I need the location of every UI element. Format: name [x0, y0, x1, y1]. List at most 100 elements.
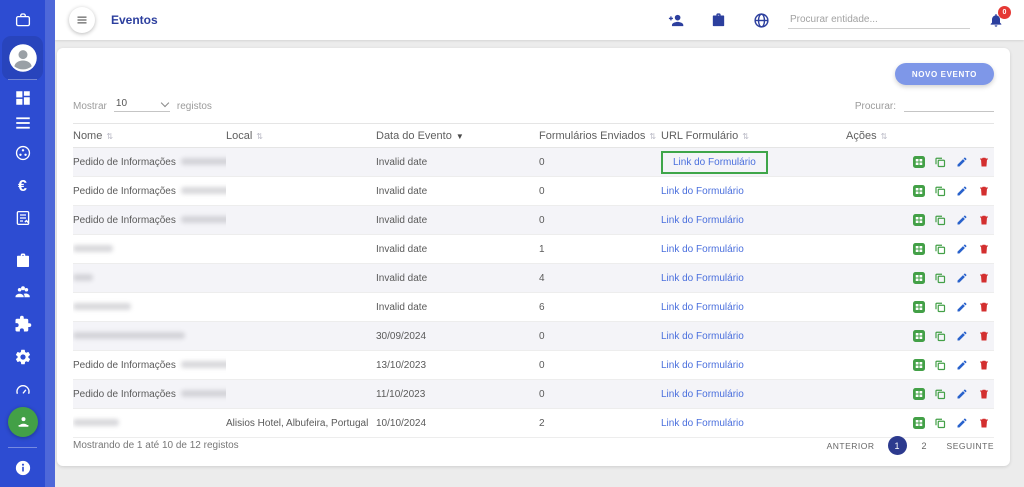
edit-icon[interactable]	[956, 156, 968, 168]
copy-icon[interactable]	[934, 214, 946, 226]
copy-icon[interactable]	[934, 185, 946, 197]
delete-icon[interactable]	[978, 185, 990, 197]
briefcase-icon[interactable]	[0, 8, 45, 32]
event-local-cell	[226, 177, 376, 206]
table-row[interactable]: Pedido de Informações 13/10/2023 0 Link …	[73, 351, 994, 380]
table-row[interactable]: 30/09/2024 0 Link do Formulário	[73, 322, 994, 351]
table-row[interactable]: Invalid date 1 Link do Formulário	[73, 235, 994, 264]
export-icon[interactable]	[913, 214, 925, 226]
copy-icon[interactable]	[934, 330, 946, 342]
table-row[interactable]: Pedido de Informações Invalid date 0 Lin…	[73, 148, 994, 177]
next-page-button[interactable]: SEGUINTE	[947, 441, 994, 451]
edit-icon[interactable]	[956, 388, 968, 400]
column-label: Local	[226, 130, 252, 142]
export-icon[interactable]	[913, 388, 925, 400]
column-header-formulários-enviados[interactable]: Formulários Enviados⇅	[539, 124, 661, 148]
forms-sent-cell: 0	[539, 206, 661, 235]
hamburger-menu-button[interactable]	[69, 7, 95, 33]
export-icon[interactable]	[913, 359, 925, 371]
column-header-url-formulário[interactable]: URL Formulário⇅	[661, 124, 846, 148]
table-row[interactable]: Invalid date 4 Link do Formulário	[73, 264, 994, 293]
copy-icon[interactable]	[934, 359, 946, 371]
page-button-1[interactable]: 1	[888, 436, 907, 455]
puzzle-icon[interactable]	[0, 312, 45, 336]
sidebar-scrollbar[interactable]	[45, 0, 55, 487]
event-icon[interactable]	[8, 407, 38, 437]
table-row[interactable]: Invalid date 6 Link do Formulário	[73, 293, 994, 322]
export-icon[interactable]	[913, 156, 925, 168]
column-header-data-do-evento[interactable]: Data do Evento▼	[376, 124, 539, 148]
form-link[interactable]: Link do Formulário	[661, 360, 744, 371]
form-link[interactable]: Link do Formulário	[661, 215, 744, 226]
event-name-cell: Pedido de Informações	[73, 351, 226, 380]
edit-icon[interactable]	[956, 272, 968, 284]
gear-icon[interactable]	[0, 345, 45, 369]
edit-icon[interactable]	[956, 185, 968, 197]
table-search-input[interactable]	[904, 96, 994, 112]
content-area: NOVO EVENTO Mostrar 10 registos Procurar…	[55, 40, 1024, 487]
info-icon[interactable]	[0, 456, 45, 480]
edit-icon[interactable]	[956, 417, 968, 429]
edit-icon[interactable]	[956, 330, 968, 342]
event-name-redacted	[73, 303, 131, 310]
delete-icon[interactable]	[978, 417, 990, 429]
briefcase-filled-icon[interactable]	[0, 249, 45, 273]
form-icon[interactable]	[0, 206, 45, 230]
table-row[interactable]: Alisios Hotel, Albufeira, Portugal 10/10…	[73, 409, 994, 438]
delete-icon[interactable]	[978, 388, 990, 400]
delete-icon[interactable]	[978, 214, 990, 226]
form-link[interactable]: Link do Formulário	[661, 186, 744, 197]
previous-page-button[interactable]: ANTERIOR	[827, 441, 875, 451]
copy-icon[interactable]	[934, 301, 946, 313]
table-row[interactable]: Pedido de Informações Invalid date 0 Lin…	[73, 206, 994, 235]
copy-icon[interactable]	[934, 243, 946, 255]
team-icon[interactable]	[0, 280, 45, 304]
gauge-icon[interactable]	[0, 378, 45, 402]
list-icon[interactable]	[0, 111, 45, 135]
form-link[interactable]: Link do Formulário	[673, 157, 756, 168]
copy-icon[interactable]	[934, 388, 946, 400]
edit-icon[interactable]	[956, 214, 968, 226]
table-row[interactable]: Pedido de Informações Invalid date 0 Lin…	[73, 177, 994, 206]
grid-icon[interactable]	[0, 86, 45, 110]
column-header-ações[interactable]: Ações⇅	[846, 124, 994, 148]
community-icon[interactable]	[0, 141, 45, 165]
copy-icon[interactable]	[934, 272, 946, 284]
form-link[interactable]: Link do Formulário	[661, 389, 744, 400]
copy-icon[interactable]	[934, 417, 946, 429]
page-button-2[interactable]: 2	[915, 436, 934, 455]
export-icon[interactable]	[913, 272, 925, 284]
entity-search-input[interactable]	[788, 11, 970, 29]
delete-icon[interactable]	[978, 243, 990, 255]
delete-icon[interactable]	[978, 359, 990, 371]
add-contact-icon[interactable]	[667, 12, 684, 29]
globe-icon[interactable]	[753, 12, 770, 29]
new-event-button[interactable]: NOVO EVENTO	[895, 63, 994, 85]
delete-icon[interactable]	[978, 301, 990, 313]
briefcase-icon[interactable]	[710, 12, 727, 29]
form-link[interactable]: Link do Formulário	[661, 244, 744, 255]
euro-icon[interactable]: €	[0, 175, 45, 199]
form-link[interactable]: Link do Formulário	[661, 302, 744, 313]
export-icon[interactable]	[913, 185, 925, 197]
edit-icon[interactable]	[956, 359, 968, 371]
edit-icon[interactable]	[956, 301, 968, 313]
edit-icon[interactable]	[956, 243, 968, 255]
column-header-local[interactable]: Local⇅	[226, 124, 376, 148]
export-icon[interactable]	[913, 417, 925, 429]
form-link[interactable]: Link do Formulário	[661, 273, 744, 284]
table-row[interactable]: Pedido de Informações 11/10/2023 0 Link …	[73, 380, 994, 409]
export-icon[interactable]	[913, 301, 925, 313]
delete-icon[interactable]	[978, 330, 990, 342]
copy-icon[interactable]	[934, 156, 946, 168]
page-size-select[interactable]: 10	[114, 98, 170, 112]
notifications-button[interactable]: 0	[988, 12, 1004, 28]
user-avatar[interactable]	[0, 43, 45, 73]
form-link[interactable]: Link do Formulário	[661, 331, 744, 342]
export-icon[interactable]	[913, 243, 925, 255]
column-header-nome[interactable]: Nome⇅	[73, 124, 226, 148]
delete-icon[interactable]	[978, 272, 990, 284]
form-link[interactable]: Link do Formulário	[661, 418, 744, 429]
delete-icon[interactable]	[978, 156, 990, 168]
export-icon[interactable]	[913, 330, 925, 342]
